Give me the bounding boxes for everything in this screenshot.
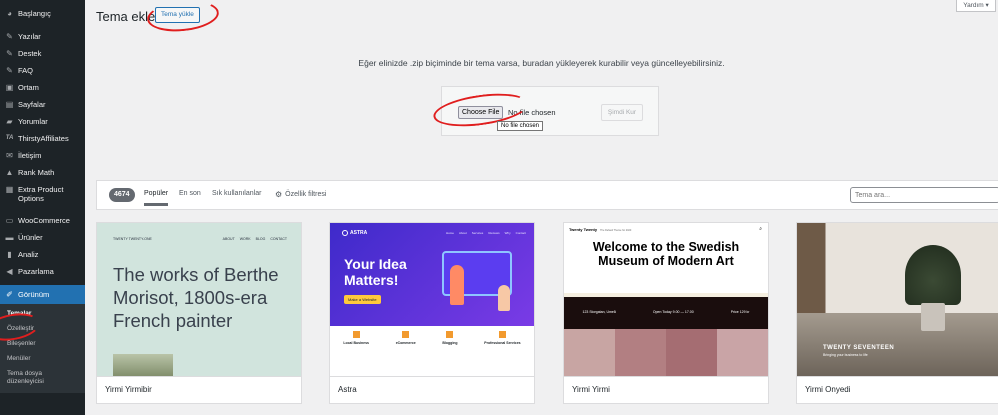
theme-headline: Your Idea Matters! [344, 256, 407, 288]
theme-features: Local Business eCommerce Blogging Profes… [330, 331, 534, 345]
theme-pot [921, 303, 945, 331]
media-icon: ▣ [5, 83, 14, 92]
brush-icon: ✐ [6, 290, 13, 299]
feature-item: Local Business [343, 331, 369, 345]
sidebar-item-marketing[interactable]: ◀ Pazarlama [0, 263, 85, 280]
submenu-menus[interactable]: Menüler [0, 351, 85, 366]
theme-name: Yirmi Yirmibir [105, 385, 152, 394]
tab-favorites[interactable]: Sık kullanılanlar [212, 190, 261, 197]
theme-card[interactable]: ASTRA Home About Services Reviews Why Co… [329, 222, 535, 404]
theme-wall [797, 223, 998, 313]
pin-icon: ✎ [6, 66, 13, 75]
theme-count-badge: 4674 [109, 188, 135, 202]
theme-plant [905, 245, 961, 305]
sidebar-item-comments[interactable]: ▰ Yorumlar [0, 113, 85, 130]
gear-icon: ⚙ [275, 190, 283, 199]
grid-icon: ▦ [5, 185, 14, 194]
woo-icon: ▭ [5, 216, 14, 225]
feature-item: Blogging [442, 331, 458, 345]
dashboard-icon: ◕ [7, 9, 12, 18]
submenu-theme-file-editor[interactable]: Tema dosya düzenleyicisi [0, 366, 50, 389]
sidebar-item-contact[interactable]: ✉ İletişim [0, 147, 85, 164]
sidebar-item-dashboard[interactable]: ◕ Başlangıç [0, 5, 85, 22]
sidebar-item-thirstyaffiliates[interactable]: TA ThirstyAffiliates [0, 130, 85, 147]
theme-screenshot: Twenty Twenty The Default Theme for 2020… [564, 223, 768, 378]
file-tooltip: No file chosen [497, 121, 544, 131]
feature-icon [498, 331, 506, 338]
feature-item: Professional Services [484, 331, 521, 345]
feature-icon [446, 331, 454, 338]
tab-latest[interactable]: En son [179, 190, 201, 197]
theme-brand: ASTRA [342, 230, 367, 236]
search-icon: ⌕ [759, 226, 762, 232]
theme-namebar [330, 376, 534, 403]
theme-artwork [564, 329, 768, 378]
pin-icon: ✎ [6, 49, 13, 58]
theme-name: Yirmi Yirmi [572, 385, 610, 394]
theme-filter-bar: 4674 Popüler En son Sık kullanılanlar ⚙ … [96, 180, 998, 210]
annotation-circle [145, 0, 221, 35]
theme-nav: Home About Services Reviews Why Contact [445, 231, 526, 235]
upload-description: Eğer elinizde .zip biçiminde bir tema va… [358, 58, 725, 68]
sidebar-item-rank-math[interactable]: ▲ Rank Math [0, 164, 85, 181]
main-content: Tema ekle Tema yükle Yardım ▾ Eğer elini… [85, 0, 998, 415]
theme-brand: Twenty Twenty The Default Theme for 2020 [569, 227, 632, 232]
install-now-button[interactable]: Şimdi Kur [601, 104, 643, 121]
illustration-person [498, 285, 510, 311]
mail-icon: ✉ [6, 151, 13, 160]
sidebar-item-faq[interactable]: ✎ FAQ [0, 62, 85, 79]
bar-chart-icon: ▮ [7, 250, 12, 259]
theme-cta-button: Make a Website [344, 295, 381, 304]
sidebar-item-support[interactable]: ✎ Destek [0, 45, 85, 62]
feature-item: eCommerce [396, 331, 416, 345]
theme-search-input[interactable] [850, 187, 998, 203]
theme-nav: ABOUT WORK BLOG CONTACT [222, 237, 287, 241]
theme-name: Yirmi Onyedi [805, 385, 851, 394]
sidebar-item-appearance[interactable]: ✐ Görünüm [0, 285, 85, 304]
theme-tagline: Bringing your business to life [823, 353, 868, 357]
admin-sidebar: ◕ Başlangıç ✎ Yazılar ✎ Destek ✎ FAQ ▣ Ortam … [0, 0, 85, 415]
pin-icon: ✎ [6, 32, 13, 41]
sidebar-item-woocommerce[interactable]: ▭ WooCommerce [0, 212, 85, 229]
theme-card[interactable]: TWENTY SEVENTEEN Bringing your business … [796, 222, 998, 404]
theme-card[interactable]: TWENTY TWENTY-ONE ABOUT WORK BLOG CONTAC… [96, 222, 302, 404]
page-icon: ▤ [5, 100, 14, 109]
astra-logo-icon [342, 230, 348, 236]
tab-popular[interactable]: Popüler [144, 190, 169, 206]
ta-icon: TA [5, 135, 14, 141]
theme-info-text: 123 Storgatan, Umeå Open Today 9.00 — 17… [582, 310, 750, 314]
theme-headline: Welcome to the Swedish Museum of Modern … [592, 240, 740, 268]
chart-icon: ▲ [5, 168, 14, 177]
sidebar-item-media[interactable]: ▣ Ortam [0, 79, 85, 96]
illustration-person [450, 265, 464, 305]
sidebar-item-posts[interactable]: ✎ Yazılar [0, 28, 85, 45]
feature-icon [402, 331, 410, 338]
theme-headline: The works of Berthe Morisot, 1800s-era F… [113, 264, 279, 331]
theme-card[interactable]: Twenty Twenty The Default Theme for 2020… [563, 222, 769, 404]
feature-icon [352, 331, 360, 338]
theme-name: Astra [338, 385, 357, 394]
sidebar-item-products[interactable]: ▬ Ürünler [0, 229, 85, 246]
megaphone-icon: ◀ [6, 267, 13, 276]
theme-brand: TWENTY TWENTY-ONE [113, 237, 152, 241]
theme-screenshot: TWENTY TWENTY-ONE ABOUT WORK BLOG CONTAC… [97, 223, 301, 378]
sidebar-item-analytics[interactable]: ▮ Analiz [0, 246, 85, 263]
box-icon: ▬ [5, 233, 14, 242]
theme-brand: TWENTY SEVENTEEN [823, 345, 895, 351]
comment-icon: ▰ [6, 117, 13, 126]
feature-filter-link[interactable]: ⚙ Özellik filtresi [275, 190, 326, 199]
sidebar-item-extra-product-options[interactable]: ▦ Extra Product Options [0, 181, 85, 207]
theme-screenshot: ASTRA Home About Services Reviews Why Co… [330, 223, 534, 378]
sidebar-item-pages[interactable]: ▤ Sayfalar [0, 96, 85, 113]
theme-screenshot: TWENTY SEVENTEEN Bringing your business … [797, 223, 998, 378]
theme-preview-image [113, 354, 173, 378]
help-tab[interactable]: Yardım ▾ [956, 0, 996, 12]
